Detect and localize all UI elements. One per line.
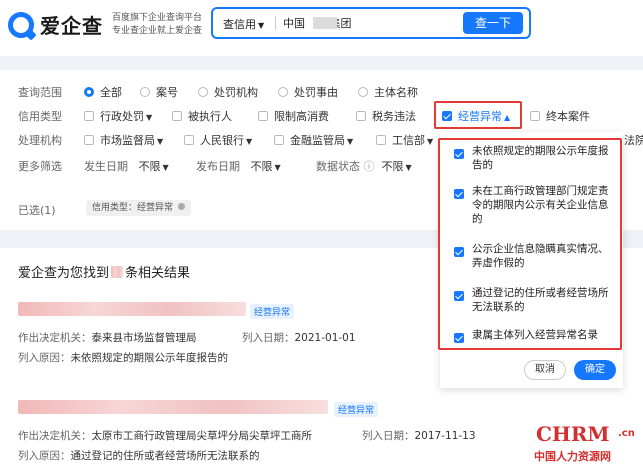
cancel-button[interactable]: 取消: [524, 360, 566, 380]
credit-type-admin-penalty[interactable]: 行政处罚 ▼: [84, 108, 152, 124]
filter-occurrence-date[interactable]: 发生日期 不限 ▼: [84, 158, 169, 174]
listing-reason: 列入原因：通过登记的住所或者经营场所无法联系的: [18, 450, 260, 462]
selected-filter-tag[interactable]: 信用类型：经营异常: [86, 200, 192, 216]
scope-option-subject[interactable]: 主体名称: [358, 84, 418, 100]
redacted-company-name[interactable]: [18, 302, 246, 316]
caret-down-icon: ▼: [246, 137, 253, 146]
slogan-line-2: 专业查企业就上爱企查: [112, 26, 203, 36]
remove-tag-icon[interactable]: [178, 203, 186, 210]
filter-publish-date[interactable]: 发布日期 不限 ▼: [196, 158, 281, 174]
filter-label-authority: 处理机构: [18, 134, 62, 147]
authority-pboc[interactable]: 人民银行 ▼: [184, 132, 252, 148]
decision-authority: 作出决定机关：太原市工商行政管理局尖草坪分局尖草坪工商所: [18, 430, 312, 442]
authority-market-supervision[interactable]: 市场监督局 ▼: [84, 132, 163, 148]
scope-option-authority[interactable]: 处罚机构: [198, 84, 258, 100]
radio-checked-icon: [84, 87, 94, 97]
filter-data-status[interactable]: 数据状态 ⓘ 不限 ▼: [316, 158, 412, 174]
caret-down-icon: ▼: [258, 21, 265, 30]
highlight-dropdown-options: [438, 138, 622, 350]
radio-icon: [198, 87, 208, 97]
authority-court[interactable]: 法院: [624, 132, 643, 148]
search-divider: [275, 16, 276, 30]
highlight-active-filter: [434, 101, 522, 129]
caret-down-icon: ▼: [146, 113, 153, 122]
search-type-label: 查信用: [223, 18, 256, 31]
search-box: 查信用▼ 查一下: [211, 7, 531, 39]
watermark-domain: .cn: [618, 428, 635, 439]
caret-down-icon: ▼: [427, 137, 434, 146]
scope-option-case-no[interactable]: 案号: [140, 84, 178, 100]
logo-text: 爱企查: [40, 14, 103, 38]
confirm-button[interactable]: 确定: [574, 360, 616, 380]
checkbox-icon: [172, 111, 182, 121]
listing-date: 列入日期：2021-01-01: [242, 332, 356, 344]
checkbox-icon: [530, 111, 540, 121]
checkbox-icon: [84, 111, 94, 121]
caret-down-icon: ▼: [405, 163, 412, 172]
credit-type-consumption-limit[interactable]: 限制高消费: [258, 108, 329, 124]
authority-miit[interactable]: 工信部 ▼: [376, 132, 433, 148]
caret-down-icon: ▼: [162, 163, 169, 172]
abnormal-badge: 经营异常: [334, 402, 379, 417]
radio-icon: [358, 87, 368, 97]
caret-down-icon: ▼: [274, 163, 281, 172]
watermark-name: 中国人力资源网: [534, 450, 611, 463]
filter-label-scope: 查询范围: [18, 86, 62, 99]
filter-label-more: 更多筛选: [18, 160, 62, 173]
radio-icon: [140, 87, 150, 97]
search-type-select[interactable]: 查信用 ▼: [223, 16, 264, 32]
checkbox-icon: [376, 135, 386, 145]
caret-down-icon: ▼: [347, 137, 354, 146]
redacted-company-name[interactable]: [18, 400, 328, 414]
filter-label-credit-type: 信用类型: [18, 110, 62, 123]
chrm-watermark: CHRM .cn 中国人力资源网: [532, 422, 640, 466]
checkbox-icon: [356, 111, 366, 121]
slogan-line-1: 百度旗下企业查询平台: [112, 13, 203, 23]
abnormal-badge: 经营异常: [250, 304, 295, 319]
search-button[interactable]: 查一下: [463, 12, 523, 34]
top-header: 爱企查 百度旗下企业查询平台 专业查企业就上爱企查 查信用▼ 查一下: [0, 0, 643, 56]
redaction-mask: [313, 17, 337, 29]
listing-date: 列入日期：2017-11-13: [362, 430, 476, 442]
logo-icon: [8, 11, 34, 38]
scope-option-reason[interactable]: 处罚事由: [278, 84, 338, 100]
checkbox-icon: [84, 135, 94, 145]
decision-authority: 作出决定机关：泰来县市场监督管理局: [18, 332, 197, 344]
checkbox-icon: [184, 135, 194, 145]
checkbox-icon: [274, 135, 284, 145]
listing-reason: 列入原因：未依照规定的期限公示年度报告的: [18, 352, 228, 364]
help-icon: ⓘ: [360, 160, 378, 173]
slogan: 百度旗下企业查询平台 专业查企业就上爱企查: [112, 12, 202, 38]
logo[interactable]: 爱企查: [8, 10, 103, 39]
checkbox-icon: [258, 111, 268, 121]
caret-down-icon: ▼: [157, 137, 164, 146]
authority-financial-regulator[interactable]: 金融监管局 ▼: [274, 132, 353, 148]
credit-type-terminated-cases[interactable]: 终本案件: [530, 108, 590, 124]
selected-count: 已选(1): [18, 204, 56, 217]
radio-icon: [278, 87, 288, 97]
redacted-count: [111, 266, 124, 278]
filter-row-scope: 查询范围 全部 案号 处罚机构 处罚事由 主体名称: [0, 84, 643, 102]
scope-option-all[interactable]: 全部: [84, 84, 122, 100]
results-title: 爱企查为您找到 条相关结果: [18, 266, 191, 281]
credit-type-executed[interactable]: 被执行人: [172, 108, 232, 124]
credit-type-tax[interactable]: 税务违法: [356, 108, 416, 124]
filter-row-credit-type: 信用类型 行政处罚 ▼ 被执行人 限制高消费 税务违法 经营异常 ▲ 终本案件: [0, 108, 643, 126]
watermark-brand: CHRM: [536, 422, 610, 446]
